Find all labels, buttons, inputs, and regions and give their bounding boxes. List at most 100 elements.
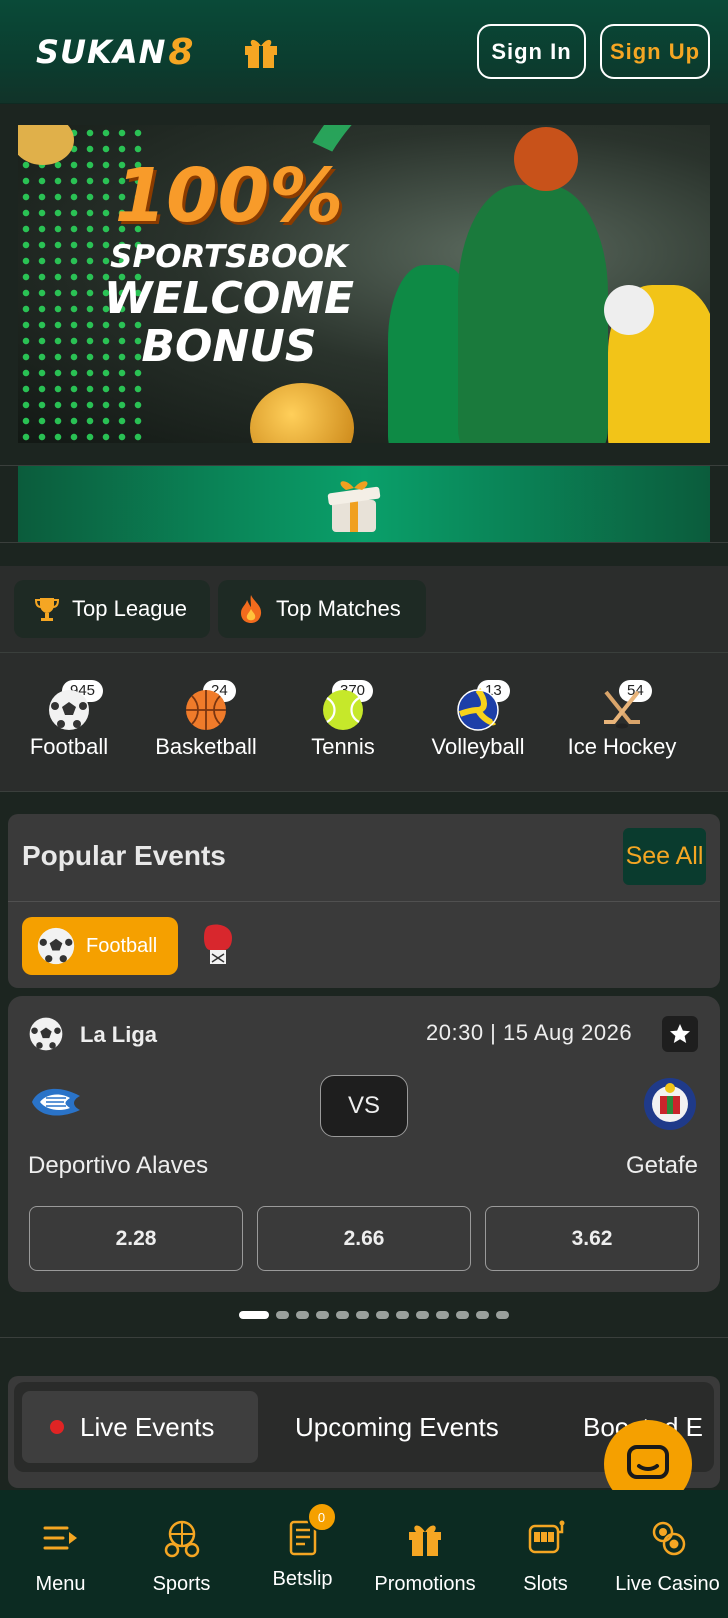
betslip-icon-wrap: 0 — [283, 1502, 337, 1558]
nav-betslip[interactable]: 0 Betslip — [242, 1502, 363, 1591]
nav-label: Menu — [35, 1573, 86, 1595]
sign-up-button[interactable]: Sign Up — [600, 24, 710, 79]
banner-ball-bottom — [250, 383, 354, 443]
league-name: La Liga — [80, 1022, 158, 1047]
brand-logo[interactable]: SUKAN 8 — [36, 31, 195, 73]
top-header: SUKAN 8 Sign In Sign Up — [0, 0, 728, 104]
menu-icon — [43, 1526, 77, 1550]
carousel-pagination[interactable] — [239, 1311, 509, 1319]
home-team-name: Deportivo Alaves — [28, 1152, 209, 1179]
nav-label: Promotions — [374, 1573, 476, 1595]
pagination-dot[interactable] — [356, 1311, 369, 1319]
odds-home-button[interactable]: 2.28 — [29, 1206, 243, 1271]
pagination-dot[interactable] — [239, 1311, 269, 1319]
betslip-count-badge: 0 — [306, 1502, 337, 1532]
pagination-dot[interactable] — [436, 1311, 449, 1319]
divider — [0, 791, 728, 792]
gift-box-icon[interactable] — [326, 474, 382, 536]
versus-indicator: VS — [320, 1075, 408, 1137]
logo-mark: 8 — [168, 31, 195, 73]
getafe-crest-icon — [644, 1078, 696, 1130]
nav-label: Live Casino — [615, 1573, 720, 1595]
odds-draw-button[interactable]: 2.66 — [257, 1206, 471, 1271]
banner-soccer-ball — [604, 285, 654, 335]
away-team-name: Getafe — [625, 1152, 698, 1179]
pagination-dot[interactable] — [416, 1311, 429, 1319]
nav-label: Sports — [152, 1573, 211, 1595]
sport-label: Football — [29, 734, 109, 759]
tab-upcoming-events[interactable]: Upcoming Events — [295, 1391, 499, 1463]
pagination-dot[interactable] — [316, 1311, 329, 1319]
trophy-icon — [32, 594, 62, 624]
gift-icon[interactable] — [242, 32, 280, 70]
sign-in-button[interactable]: Sign In — [477, 24, 586, 79]
banner-percent: 100% — [114, 153, 344, 239]
sport-label: Ice Hockey — [567, 734, 677, 759]
pagination-dot[interactable] — [496, 1311, 509, 1319]
filter-football[interactable]: Football — [22, 917, 178, 975]
fire-icon — [236, 594, 266, 624]
tab-label: Top Matches — [276, 596, 401, 621]
chat-icon — [627, 1445, 669, 1479]
tab-label: Upcoming Events — [295, 1411, 499, 1442]
event-datetime: 20:30 | 15 Aug 2026 — [426, 1020, 633, 1045]
pagination-dot[interactable] — [336, 1311, 349, 1319]
tab-label: Top League — [72, 596, 187, 621]
divider — [0, 542, 728, 543]
pagination-dot[interactable] — [396, 1311, 409, 1319]
popular-events-title: Popular Events — [22, 840, 226, 871]
banner-line-2: WELCOME — [103, 273, 355, 324]
nav-promotions[interactable]: Promotions — [363, 1518, 487, 1596]
soccer-ball-icon — [37, 927, 75, 965]
tab-top-league[interactable]: Top League — [14, 580, 210, 638]
tab-live-events[interactable]: Live Events — [22, 1391, 258, 1463]
sports-icon — [164, 1520, 199, 1558]
tab-label: Live Events — [80, 1411, 215, 1442]
filter-label: Football — [86, 934, 158, 957]
banner-basketball — [514, 127, 578, 191]
volleyball-icon — [457, 688, 499, 731]
sport-football[interactable]: 945 Football — [4, 668, 134, 759]
sport-basketball[interactable]: 24 Basketball — [141, 668, 271, 759]
hockey-sticks-icon — [604, 690, 640, 729]
pagination-dot[interactable] — [296, 1311, 309, 1319]
nav-label: Slots — [523, 1573, 568, 1595]
deportivo-alaves-crest-icon — [32, 1088, 80, 1116]
player-center — [458, 185, 608, 443]
pagination-dot[interactable] — [276, 1311, 289, 1319]
pagination-dot[interactable] — [376, 1311, 389, 1319]
tab-top-matches[interactable]: Top Matches — [218, 580, 426, 638]
banner-line-3: BONUS — [141, 321, 317, 372]
sport-ice-hockey[interactable]: 54 Ice Hockey — [557, 668, 687, 759]
boxing-glove-icon[interactable] — [200, 922, 238, 968]
tennis-ball-icon — [323, 690, 363, 730]
banner-headline: 100% SPORTSBOOK WELCOME BONUS — [84, 153, 374, 371]
pagination-dot[interactable] — [456, 1311, 469, 1319]
basketball-icon — [186, 690, 226, 730]
nav-sports[interactable]: Sports — [121, 1518, 242, 1596]
slot-machine-icon — [528, 1520, 564, 1554]
see-all-button[interactable]: See All — [623, 828, 706, 885]
soccer-ball-icon — [29, 1017, 63, 1051]
gift-icon — [409, 1525, 441, 1556]
sport-volleyball[interactable]: 13 Volleyball — [413, 668, 543, 759]
nav-menu[interactable]: Menu — [0, 1518, 121, 1596]
nav-live-casino[interactable]: Live Casino — [607, 1518, 728, 1596]
logo-text: SUKAN — [36, 33, 167, 71]
sport-label: Tennis — [311, 734, 375, 759]
soccer-ball-icon — [49, 690, 89, 730]
nav-label: Betslip — [272, 1568, 333, 1590]
divider — [8, 901, 720, 902]
banner-line-1: SPORTSBOOK — [110, 239, 348, 275]
favorite-button[interactable] — [662, 1016, 698, 1052]
sport-label: Basketball — [155, 734, 257, 759]
pagination-dot[interactable] — [476, 1311, 489, 1319]
star-icon — [670, 1024, 690, 1043]
divider — [0, 1337, 728, 1338]
casino-chips-icon — [652, 1521, 685, 1556]
nav-slots[interactable]: Slots — [485, 1518, 606, 1596]
sport-label: Volleyball — [431, 734, 525, 759]
sport-tennis[interactable]: 370 Tennis — [278, 668, 408, 759]
odds-away-button[interactable]: 3.62 — [485, 1206, 699, 1271]
welcome-bonus-banner[interactable]: 100% SPORTSBOOK WELCOME BONUS — [18, 125, 710, 443]
